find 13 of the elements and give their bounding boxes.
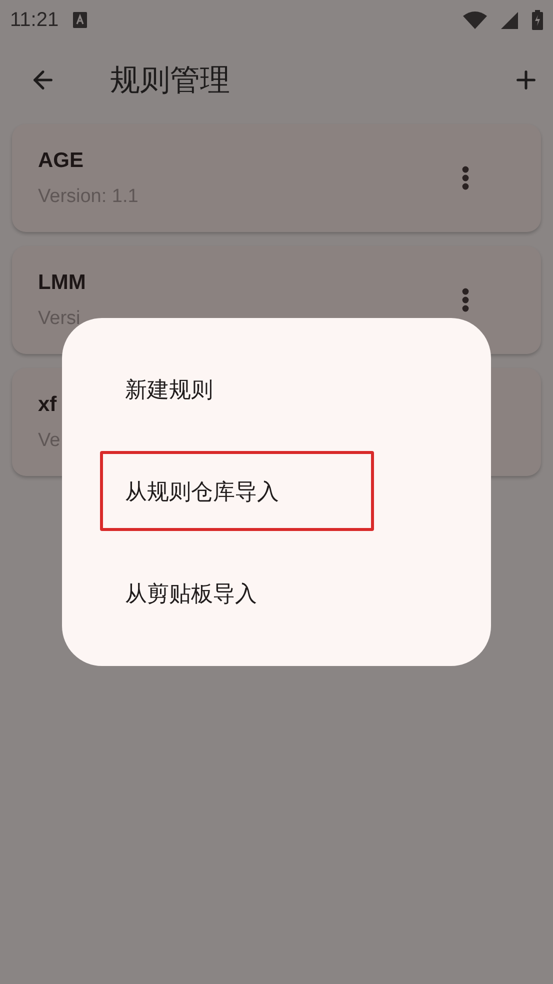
signal-icon <box>501 12 518 28</box>
menu-item[interactable]: 从剪贴板导入 <box>100 553 374 633</box>
wifi-icon <box>463 11 487 29</box>
battery-icon <box>532 10 543 30</box>
vertical-dots-icon <box>462 166 468 190</box>
vertical-dots-icon <box>462 288 468 312</box>
rule-name: LMM <box>38 270 86 296</box>
rule-name: xf <box>38 392 57 418</box>
menu-item[interactable]: 从规则仓库导入 <box>100 451 374 531</box>
status-time: 11:21 <box>10 8 59 33</box>
keyboard-notification-icon <box>72 12 87 28</box>
rule-name: AGE <box>38 148 84 174</box>
page-title: 规则管理 <box>110 62 230 98</box>
